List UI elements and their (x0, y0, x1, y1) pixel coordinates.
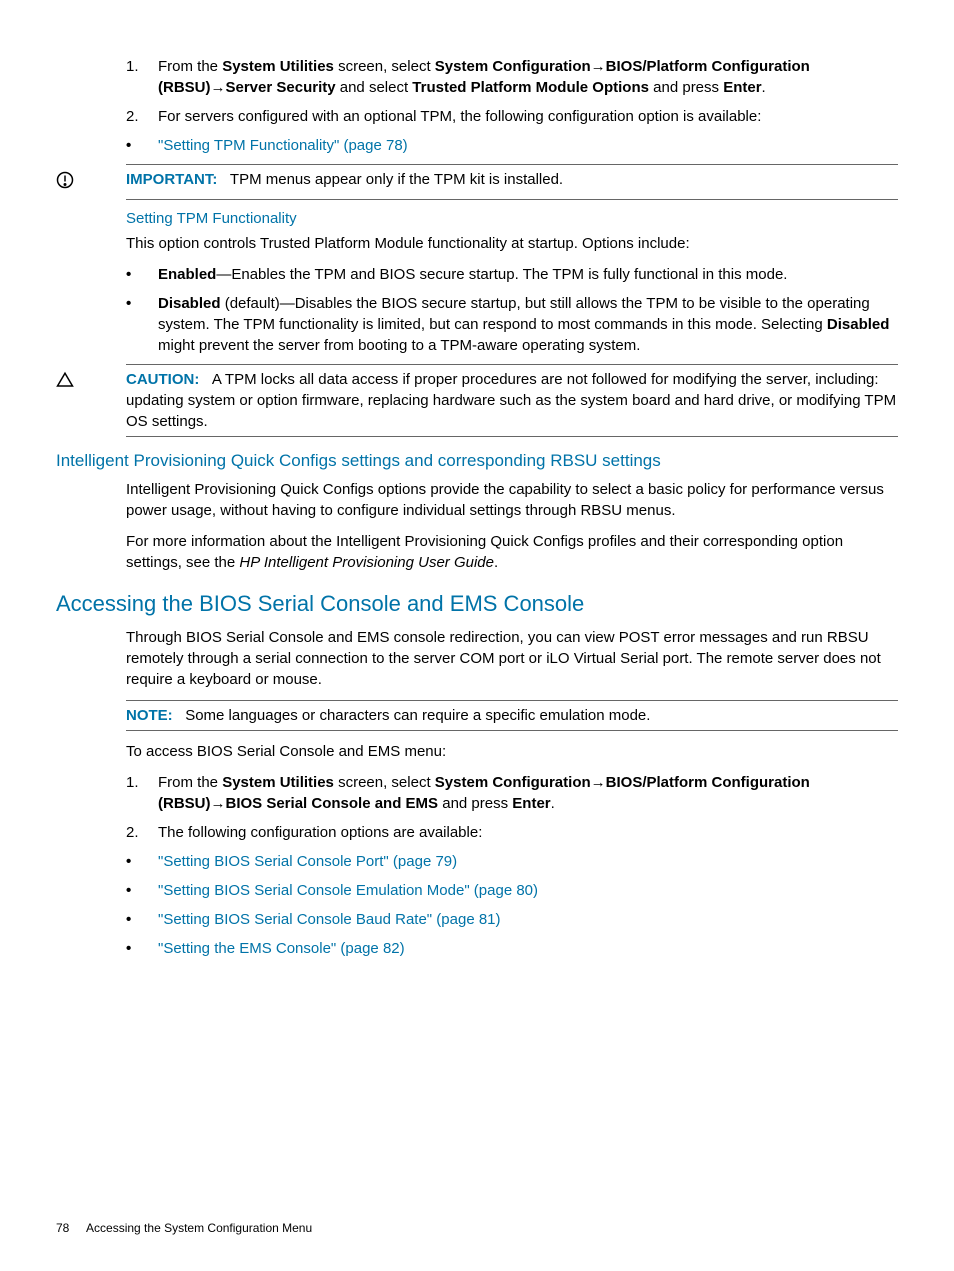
important-admonition: IMPORTANT: TPM menus appear only if the … (56, 164, 898, 200)
tpm-options-list: Enabled—Enables the TPM and BIOS secure … (126, 264, 898, 356)
caution-icon (56, 369, 126, 432)
bios-steps: 1. From the System Utilities screen, sel… (126, 772, 898, 843)
note-label: NOTE: (126, 707, 173, 724)
link-tpm-functionality[interactable]: "Setting TPM Functionality" (page 78) (158, 135, 408, 156)
important-icon (56, 169, 126, 195)
ip-paragraph-1: Intelligent Provisioning Quick Configs o… (126, 479, 898, 521)
note-text: Some languages or characters can require… (185, 707, 650, 724)
tpm-steps: 1. From the System Utilities screen, sel… (126, 56, 898, 127)
bios-links-list: "Setting BIOS Serial Console Port" (page… (126, 851, 898, 959)
important-text: TPM menus appear only if the TPM kit is … (230, 171, 563, 188)
ip-paragraph-2: For more information about the Intellige… (126, 531, 898, 573)
step-text: For servers configured with an optional … (158, 106, 761, 127)
page-number: 78 (56, 1221, 69, 1235)
bios-paragraph-2: To access BIOS Serial Console and EMS me… (126, 741, 898, 762)
caution-admonition: CAUTION: A TPM locks all data access if … (56, 364, 898, 437)
heading-bios-serial-console: Accessing the BIOS Serial Console and EM… (56, 591, 898, 617)
link-bios-emulation[interactable]: "Setting BIOS Serial Console Emulation M… (158, 880, 538, 901)
page-footer: 78 Accessing the System Configuration Me… (56, 1221, 312, 1235)
link-ems-console[interactable]: "Setting the EMS Console" (page 82) (158, 938, 405, 959)
tpm-link-list: "Setting TPM Functionality" (page 78) (126, 135, 898, 156)
list-item: Disabled (default)—Disables the BIOS sec… (158, 293, 898, 356)
caution-label: CAUTION: (126, 371, 199, 388)
important-label: IMPORTANT: (126, 171, 217, 188)
heading-tpm-functionality: Setting TPM Functionality (126, 210, 898, 227)
footer-title: Accessing the System Configuration Menu (86, 1221, 312, 1235)
note-admonition: NOTE: Some languages or characters can r… (56, 700, 898, 731)
heading-intelligent-provisioning: Intelligent Provisioning Quick Configs s… (56, 451, 898, 471)
tpm-intro: This option controls Trusted Platform Mo… (126, 233, 898, 254)
step-text: From the System Utilities screen, select… (158, 772, 898, 814)
caution-text: A TPM locks all data access if proper pr… (126, 371, 896, 430)
note-icon (56, 705, 126, 726)
list-number: 1. (126, 56, 158, 98)
list-number: 2. (126, 822, 158, 843)
list-number: 1. (126, 772, 158, 814)
list-number: 2. (126, 106, 158, 127)
bios-paragraph-1: Through BIOS Serial Console and EMS cons… (126, 627, 898, 690)
list-item: Enabled—Enables the TPM and BIOS secure … (158, 264, 787, 285)
step-text: From the System Utilities screen, select… (158, 56, 898, 98)
link-bios-port[interactable]: "Setting BIOS Serial Console Port" (page… (158, 851, 457, 872)
step-text: The following configuration options are … (158, 822, 482, 843)
link-bios-baud[interactable]: "Setting BIOS Serial Console Baud Rate" … (158, 909, 501, 930)
